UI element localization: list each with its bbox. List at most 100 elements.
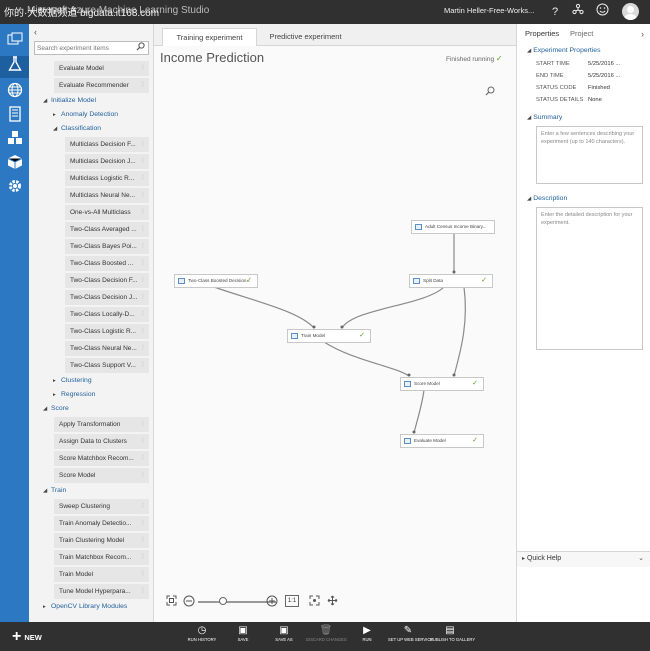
notebooks-icon[interactable] bbox=[0, 106, 29, 128]
palette-module[interactable]: Two-Class Decision F... ⋮ bbox=[65, 273, 149, 288]
properties-panel: Properties Project › ◢ Experiment Propert… bbox=[516, 24, 650, 622]
palette-module[interactable]: One-vs-All Multiclass ⋮ bbox=[65, 205, 149, 220]
zoom-in-icon[interactable] bbox=[265, 595, 279, 609]
web-services-icon[interactable] bbox=[0, 82, 29, 104]
palette-category[interactable]: ▸ Regression bbox=[53, 391, 95, 403]
palette-module[interactable]: Two-Class Neural Ne... ⋮ bbox=[65, 341, 149, 356]
title-bar: Microsoft Azure Machine Learning Studio … bbox=[0, 0, 650, 24]
feedback-smiley-icon[interactable] bbox=[594, 3, 610, 21]
expanded-triangle-icon[interactable]: ◢ bbox=[43, 406, 51, 412]
palette-module[interactable]: Multiclass Logistic R... ⋮ bbox=[65, 171, 149, 186]
search-icon[interactable] bbox=[136, 42, 145, 53]
section-description[interactable]: ◢ Description bbox=[527, 195, 567, 202]
summary-textarea[interactable]: Enter a few sentences describing your ex… bbox=[536, 126, 643, 184]
palette-module[interactable]: Score Matchbox Recom... ⋮ bbox=[54, 451, 149, 466]
palette-category[interactable]: ▸ Anomaly Detection bbox=[53, 111, 118, 123]
palette-category[interactable]: ◢ Initialize Model bbox=[43, 97, 96, 109]
palette-module[interactable]: Score Model ⋮ bbox=[54, 468, 149, 483]
trash-button[interactable]: 🗑 DISCARD CHANGES bbox=[306, 625, 347, 650]
save-as-button[interactable]: ▣ SAVE AS bbox=[264, 625, 304, 650]
prop-key-status-details: STATUS DETAILS bbox=[536, 97, 584, 103]
palette-module[interactable]: Train Clustering Model ⋮ bbox=[54, 533, 149, 548]
module-icon bbox=[178, 278, 185, 284]
palette-category[interactable]: ◢ Score bbox=[43, 405, 69, 417]
palette-module[interactable]: Multiclass Neural Ne... ⋮ bbox=[65, 188, 149, 203]
palette-module[interactable]: Apply Transformation ⋮ bbox=[54, 417, 149, 432]
actual-size-button[interactable]: 1:1 bbox=[285, 595, 299, 607]
expanded-triangle-icon[interactable]: ◢ bbox=[43, 488, 51, 494]
palette-module[interactable]: Train Anomaly Detectio... ⋮ bbox=[54, 516, 149, 531]
palette-module[interactable]: Two-Class Decision J... ⋮ bbox=[65, 290, 149, 305]
palette-category[interactable]: ◢ Train bbox=[43, 487, 66, 499]
pan-icon[interactable] bbox=[325, 595, 339, 609]
palette-category[interactable]: ▸ OpenCV Library Modules bbox=[43, 603, 127, 615]
expanded-triangle-icon[interactable]: ◢ bbox=[53, 126, 61, 132]
drag-grip-icon: ⋮ bbox=[140, 82, 146, 88]
chevron-down-icon[interactable]: ⌄ bbox=[638, 554, 644, 562]
palette-category[interactable]: ◢ Classification bbox=[53, 125, 101, 137]
projects-icon[interactable] bbox=[0, 30, 29, 52]
tab-properties[interactable]: Properties bbox=[525, 29, 559, 38]
palette-module[interactable]: Sweep Clustering ⋮ bbox=[54, 499, 149, 514]
save-as-icon: ▣ bbox=[279, 625, 289, 636]
node-adult-census-dataset[interactable]: Adult Census Income Binary... bbox=[411, 220, 495, 234]
node-two-class-boosted-decision-tree[interactable]: Two-Class Boosted Decision... ✓ bbox=[174, 274, 258, 288]
collapse-properties-icon[interactable]: › bbox=[641, 29, 644, 39]
palette-module[interactable]: Train Matchbox Recom... ⋮ bbox=[54, 550, 149, 565]
collapsed-triangle-icon[interactable]: ▸ bbox=[53, 378, 61, 384]
palette-module[interactable]: Two-Class Boosted ... ⋮ bbox=[65, 256, 149, 271]
datasets-icon[interactable] bbox=[0, 130, 29, 152]
description-textarea[interactable]: Enter the detailed description for your … bbox=[536, 207, 643, 350]
zoom-to-selection-icon[interactable] bbox=[307, 595, 321, 609]
run-button[interactable]: ▶ RUN bbox=[347, 625, 387, 650]
palette-module[interactable]: Evaluate Model ⋮ bbox=[54, 61, 149, 76]
collapsed-triangle-icon[interactable]: ▸ bbox=[53, 392, 61, 398]
settings-icon[interactable] bbox=[0, 178, 29, 200]
collapsed-triangle-icon[interactable]: ▸ bbox=[53, 112, 61, 118]
trained-models-icon[interactable] bbox=[0, 154, 29, 176]
drag-grip-icon: ⋮ bbox=[140, 362, 146, 368]
palette-module[interactable]: Assign Data to Clusters ⋮ bbox=[54, 434, 149, 449]
section-summary[interactable]: ◢ Summary bbox=[527, 114, 562, 121]
palette-module[interactable]: Tune Model Hyperpara... ⋮ bbox=[54, 584, 149, 599]
palette-module[interactable]: Two-Class Bayes Poi... ⋮ bbox=[65, 239, 149, 254]
avatar[interactable] bbox=[622, 3, 639, 20]
collapsed-triangle-icon[interactable]: ▸ bbox=[43, 604, 51, 610]
palette-module[interactable]: Two-Class Averaged ... ⋮ bbox=[65, 222, 149, 237]
user-workspace[interactable]: Martin Heller-Free-Works... bbox=[444, 6, 534, 15]
gallery-button[interactable]: ▤ PUBLISH TO GALLERY bbox=[430, 625, 475, 650]
help-icon[interactable]: ? bbox=[547, 3, 563, 21]
node-evaluate-model[interactable]: Evaluate Model ✓ bbox=[400, 434, 484, 448]
palette-module[interactable]: Train Model ⋮ bbox=[54, 567, 149, 582]
palette-module[interactable]: Two-Class Logistic R... ⋮ bbox=[65, 324, 149, 339]
collapse-palette-icon[interactable]: ‹ bbox=[34, 27, 37, 37]
node-split-data[interactable]: Split Data ✓ bbox=[409, 274, 493, 288]
experiments-icon[interactable] bbox=[0, 56, 29, 78]
palette-module[interactable]: Evaluate Recommender ⋮ bbox=[54, 78, 149, 93]
drag-grip-icon: ⋮ bbox=[140, 503, 146, 509]
palette-module[interactable]: Multiclass Decision J... ⋮ bbox=[65, 154, 149, 169]
palette-search[interactable] bbox=[34, 41, 149, 55]
palette-module[interactable]: Multiclass Decision F... ⋮ bbox=[65, 137, 149, 152]
web-service-button[interactable]: ✎ SET UP WEB SERVICE bbox=[388, 625, 433, 650]
community-icon[interactable] bbox=[570, 3, 586, 21]
section-experiment-properties[interactable]: ◢ Experiment Properties bbox=[527, 47, 600, 54]
history-button[interactable]: ◷ RUN HISTORY bbox=[182, 625, 222, 650]
experiment-canvas[interactable]: Income Prediction Finished running ✓ Adu… bbox=[154, 46, 516, 622]
palette-module[interactable]: Two-Class Support V... ⋮ bbox=[65, 358, 149, 373]
tab-project[interactable]: Project bbox=[570, 29, 593, 38]
tab-training-experiment[interactable]: Training experiment bbox=[162, 28, 257, 47]
new-button[interactable]: + NEW bbox=[12, 628, 42, 646]
fit-to-screen-icon[interactable] bbox=[164, 595, 178, 609]
save-button[interactable]: ▣ SAVE bbox=[223, 625, 263, 650]
quick-help-bar[interactable]: ▸ Quick Help ⌄ bbox=[517, 551, 650, 567]
search-input[interactable] bbox=[37, 43, 135, 53]
tab-predictive-experiment[interactable]: Predictive experiment bbox=[258, 28, 353, 46]
zoom-slider-handle[interactable] bbox=[219, 597, 227, 605]
palette-module[interactable]: Two-Class Locally-D... ⋮ bbox=[65, 307, 149, 322]
palette-category[interactable]: ▸ Clustering bbox=[53, 377, 92, 389]
node-train-model[interactable]: Train Model ✓ bbox=[287, 329, 371, 343]
zoom-out-icon[interactable] bbox=[182, 595, 196, 609]
expanded-triangle-icon[interactable]: ◢ bbox=[43, 98, 51, 104]
node-score-model[interactable]: Score Model ✓ bbox=[400, 377, 484, 391]
